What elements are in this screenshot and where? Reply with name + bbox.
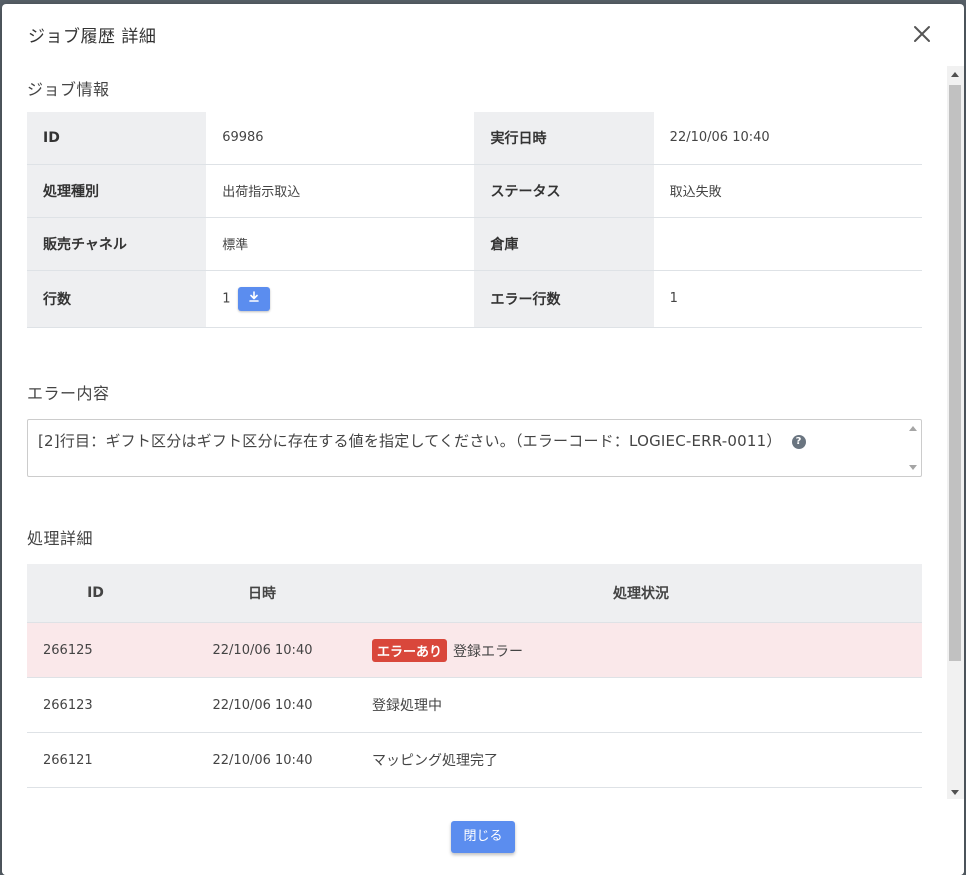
close-icon[interactable]: [910, 22, 934, 46]
row-datetime: 22/10/06 10:40: [164, 677, 360, 733]
error-message-box[interactable]: [2]行目：ギフト区分はギフト区分に存在する値を指定してください。（エラーコード…: [27, 419, 922, 477]
table-header-row: ID 日時 処理状況: [27, 564, 922, 623]
info-row: 行数 1 エラー行数 1: [27, 270, 922, 328]
job-history-detail-modal: ジョブ履歴 詳細 ジョブ情報 ID 69986 実行日時 22/10/06 10…: [2, 4, 964, 875]
info-label: 倉庫: [474, 217, 654, 271]
error-badge: エラーあり: [372, 638, 448, 662]
info-row: 処理種別 出荷指示取込 ステータス 取込失敗: [27, 164, 922, 218]
table-row: 266125 22/10/06 10:40 エラーあり 登録エラー: [27, 622, 922, 678]
info-value: 22/10/06 10:40: [653, 112, 922, 165]
row-status-text: 登録処理中: [360, 677, 922, 733]
error-message: [2]行目：ギフト区分はギフト区分に存在する値を指定してください。（エラーコード…: [38, 432, 782, 450]
scroll-up-arrow-icon[interactable]: [909, 426, 917, 431]
info-row: ID 69986 実行日時 22/10/06 10:40: [27, 112, 922, 165]
table-row: 266121 22/10/06 10:40 マッピング処理完了: [27, 732, 922, 788]
info-label: 行数: [27, 270, 207, 328]
info-value: [653, 217, 922, 271]
info-row: 販売チャネル 標準 倉庫: [27, 217, 922, 271]
detail-section-title: 処理詳細: [27, 529, 94, 548]
column-header-id: ID: [27, 564, 164, 623]
error-message-line: [2]行目：ギフト区分はギフト区分に存在する値を指定してください。（エラーコード…: [38, 430, 806, 451]
row-id: 266123: [27, 677, 164, 733]
modal-title: ジョブ履歴 詳細: [28, 27, 157, 47]
scrollbar-thumb[interactable]: [949, 85, 961, 661]
column-header-datetime: 日時: [164, 564, 360, 623]
table-row: 266123 22/10/06 10:40 登録処理中: [27, 677, 922, 733]
download-icon: [249, 291, 260, 302]
modal-footer: 閉じる: [2, 799, 964, 875]
line-count: 1: [222, 291, 231, 306]
info-label: エラー行数: [474, 270, 654, 328]
close-button[interactable]: 閉じる: [451, 821, 515, 853]
info-label: ID: [27, 112, 207, 165]
info-label: 処理種別: [27, 164, 207, 218]
row-status: エラーあり 登録エラー: [360, 622, 922, 678]
info-label: 実行日時: [474, 112, 654, 165]
help-icon[interactable]: ?: [791, 434, 806, 449]
info-value: 出荷指示取込: [206, 164, 475, 218]
row-status-text: マッピング処理完了: [360, 732, 922, 788]
row-id: 266121: [27, 732, 164, 788]
modal-body[interactable]: ジョブ情報 ID 69986 実行日時 22/10/06 10:40 処理種別 …: [2, 64, 947, 799]
scroll-down-arrow-icon[interactable]: [951, 790, 959, 795]
scroll-up-arrow-icon[interactable]: [951, 72, 959, 77]
column-header-status: 処理状況: [360, 564, 922, 623]
info-value-with-download: 1: [206, 270, 475, 328]
scroll-down-arrow-icon[interactable]: [909, 465, 917, 470]
error-section-title: エラー内容: [27, 384, 110, 403]
info-value: 1: [653, 270, 922, 328]
info-label: 販売チャネル: [27, 217, 207, 271]
info-value: 標準: [206, 217, 475, 271]
info-value: 69986: [206, 112, 475, 165]
info-label: ステータス: [474, 164, 654, 218]
row-status-text: 登録エラー: [453, 643, 524, 660]
process-detail-table: ID 日時 処理状況 266125 22/10/06 10:40 エラーあり 登録…: [27, 564, 922, 788]
error-box-scrollbar[interactable]: [905, 420, 921, 476]
modal-header: ジョブ履歴 詳細: [2, 4, 964, 64]
row-datetime: 22/10/06 10:40: [164, 622, 360, 678]
job-info-title: ジョブ情報: [27, 80, 110, 99]
row-datetime: 22/10/06 10:40: [164, 732, 360, 788]
info-value: 取込失敗: [653, 164, 922, 218]
job-info-table: ID 69986 実行日時 22/10/06 10:40 処理種別 出荷指示取込…: [27, 112, 922, 328]
row-id: 266125: [27, 622, 164, 678]
download-button[interactable]: [238, 286, 271, 311]
modal-scrollbar[interactable]: [947, 66, 964, 799]
